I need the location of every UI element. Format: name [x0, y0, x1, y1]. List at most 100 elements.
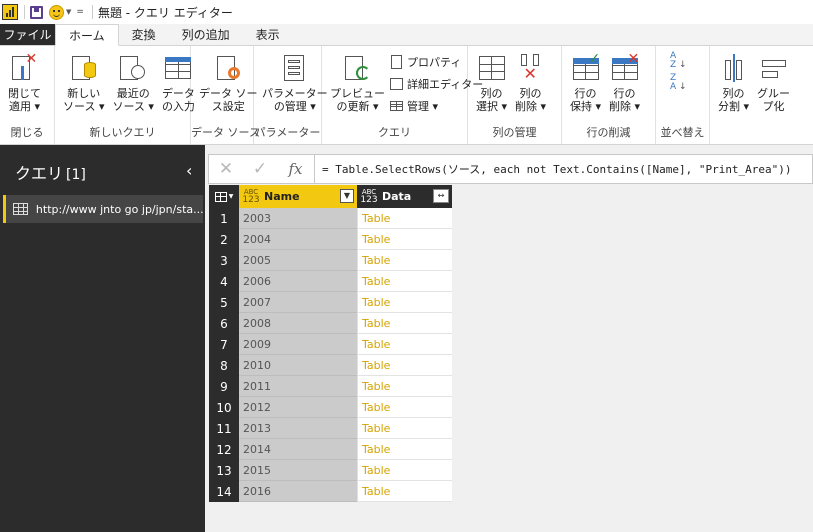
table-row: 6 2008 Table	[209, 313, 452, 334]
table-row: 3 2005 Table	[209, 250, 452, 271]
table-link-cell[interactable]: Table	[357, 376, 452, 397]
name-cell[interactable]: 2008	[239, 313, 357, 334]
filter-icon[interactable]: ▼	[340, 189, 354, 203]
row-number[interactable]: 9	[209, 376, 239, 397]
cancel-formula-icon[interactable]: ✕	[209, 159, 243, 179]
table-link-cell[interactable]: Table	[357, 271, 452, 292]
name-cell[interactable]: 2004	[239, 229, 357, 250]
tab-home[interactable]: ホーム	[55, 24, 119, 46]
remove-columns-icon: ✕	[516, 52, 546, 84]
properties-icon	[389, 54, 404, 69]
type-any-icon[interactable]: ABC 123	[359, 188, 379, 205]
column-header-name[interactable]: ABC 123 Name ▼	[239, 185, 357, 208]
fx-insert-step-icon[interactable]: fx	[277, 155, 315, 183]
row-number[interactable]: 1	[209, 208, 239, 229]
ribbon-group-parameters: パラメーター の管理 ▾ パラメーター	[254, 46, 328, 144]
row-number[interactable]: 6	[209, 313, 239, 334]
name-cell[interactable]: 2014	[239, 439, 357, 460]
table-row: 2 2004 Table	[209, 229, 452, 250]
split-column-icon	[719, 52, 749, 84]
grid-body: 1 2003 Table 2 2004 Table 3 2005 Table 4 2006 Table…	[209, 208, 452, 502]
group-label: クエリ	[378, 126, 411, 139]
expand-column-icon[interactable]: ↔	[433, 189, 449, 203]
advanced-editor-icon	[389, 77, 404, 91]
sort-ascending-icon[interactable]: AZ ↓	[670, 52, 687, 70]
name-cell[interactable]: 2016	[239, 481, 357, 502]
name-cell[interactable]: 2003	[239, 208, 357, 229]
table-icon	[163, 52, 193, 84]
table-row: 11 2013 Table	[209, 418, 452, 439]
tab-file[interactable]: ファイル	[0, 24, 55, 45]
name-cell[interactable]: 2009	[239, 334, 357, 355]
commit-formula-icon[interactable]: ✓	[243, 159, 277, 179]
table-menu-button[interactable]: ▼	[209, 185, 239, 208]
table-link-cell[interactable]: Table	[357, 355, 452, 376]
tab-transform[interactable]: 変換	[119, 24, 169, 45]
formula-input[interactable]: = Table.SelectRows(ソース, each not Text.Co…	[315, 161, 792, 177]
table-link-cell[interactable]: Table	[357, 334, 452, 355]
split-column-button[interactable]: 列の 分割 ▾	[714, 52, 753, 144]
customize-toolbar-icon[interactable]: =	[76, 7, 84, 17]
keep-rows-icon: ✓	[571, 52, 601, 84]
column-header-data[interactable]: ABC 123 Data ↔	[357, 185, 452, 208]
row-number[interactable]: 3	[209, 250, 239, 271]
recent-sources-icon	[118, 52, 148, 84]
table-link-cell[interactable]: Table	[357, 439, 452, 460]
sort-descending-icon[interactable]: ZA ↓	[670, 74, 687, 92]
table-link-cell[interactable]: Table	[357, 418, 452, 439]
table-icon	[214, 191, 227, 202]
row-number[interactable]: 4	[209, 271, 239, 292]
row-number[interactable]: 5	[209, 292, 239, 313]
tab-add-column[interactable]: 列の追加	[169, 24, 243, 45]
table-link-cell[interactable]: Table	[357, 397, 452, 418]
type-any-icon[interactable]: ABC 123	[241, 188, 261, 205]
name-cell[interactable]: 2012	[239, 397, 357, 418]
table-link-cell[interactable]: Table	[357, 229, 452, 250]
chevron-down-icon[interactable]: ▼	[66, 8, 71, 16]
name-cell[interactable]: 2013	[239, 418, 357, 439]
name-cell[interactable]: 2010	[239, 355, 357, 376]
table-icon	[13, 203, 28, 215]
power-bi-icon[interactable]	[2, 4, 18, 20]
row-number[interactable]: 12	[209, 439, 239, 460]
row-number[interactable]: 10	[209, 397, 239, 418]
row-number[interactable]: 14	[209, 481, 239, 502]
group-by-icon	[759, 52, 789, 84]
table-link-cell[interactable]: Table	[357, 313, 452, 334]
save-icon[interactable]	[30, 5, 43, 19]
ribbon-group-manage-columns: 列の 選択 ▾ ✕ 列の 削除 ▾ 列の管理	[468, 46, 562, 144]
collapse-pane-icon[interactable]: ‹	[186, 161, 192, 180]
name-cell[interactable]: 2007	[239, 292, 357, 313]
row-number[interactable]: 8	[209, 355, 239, 376]
grid-header-row: ▼ ABC 123 Name ▼ ABC 123 Data ↔	[209, 185, 452, 208]
row-number[interactable]: 13	[209, 460, 239, 481]
table-link-cell[interactable]: Table	[357, 208, 452, 229]
name-cell[interactable]: 2011	[239, 376, 357, 397]
row-number[interactable]: 11	[209, 418, 239, 439]
row-number[interactable]: 2	[209, 229, 239, 250]
title-bar: ▼ = 無題 - クエリ エディター	[0, 0, 813, 24]
table-row: 5 2007 Table	[209, 292, 452, 313]
query-list-item[interactable]: http://www jnto go jp/jpn/sta...	[3, 195, 203, 223]
table-link-cell[interactable]: Table	[357, 460, 452, 481]
row-number[interactable]: 7	[209, 334, 239, 355]
name-cell[interactable]: 2006	[239, 271, 357, 292]
queries-pane: クエリ [1] ‹ http://www jnto go jp/jpn/sta..…	[0, 145, 205, 532]
table-link-cell[interactable]: Table	[357, 481, 452, 502]
manage-table-icon	[389, 99, 404, 113]
name-cell[interactable]: 2005	[239, 250, 357, 271]
table-link-cell[interactable]: Table	[357, 292, 452, 313]
group-label: パラメーター	[254, 126, 321, 139]
group-label: 新しいクエリ	[89, 126, 156, 139]
smiley-feedback-icon[interactable]	[49, 4, 64, 20]
table-row: 14 2016 Table	[209, 481, 452, 502]
table-row: 8 2010 Table	[209, 355, 452, 376]
group-by-button[interactable]: グルー プ化	[753, 52, 794, 144]
name-cell[interactable]: 2015	[239, 460, 357, 481]
query-name: http://www jnto go jp/jpn/sta...	[35, 202, 203, 216]
new-source-icon	[69, 52, 99, 84]
tab-view[interactable]: 表示	[243, 24, 293, 45]
parameters-icon	[280, 52, 310, 84]
table-link-cell[interactable]: Table	[357, 250, 452, 271]
ribbon: ✕ 閉じて 適用 ▾ 閉じる 新しい ソース ▾ 最近の ソース ▾ データ の…	[0, 46, 813, 145]
